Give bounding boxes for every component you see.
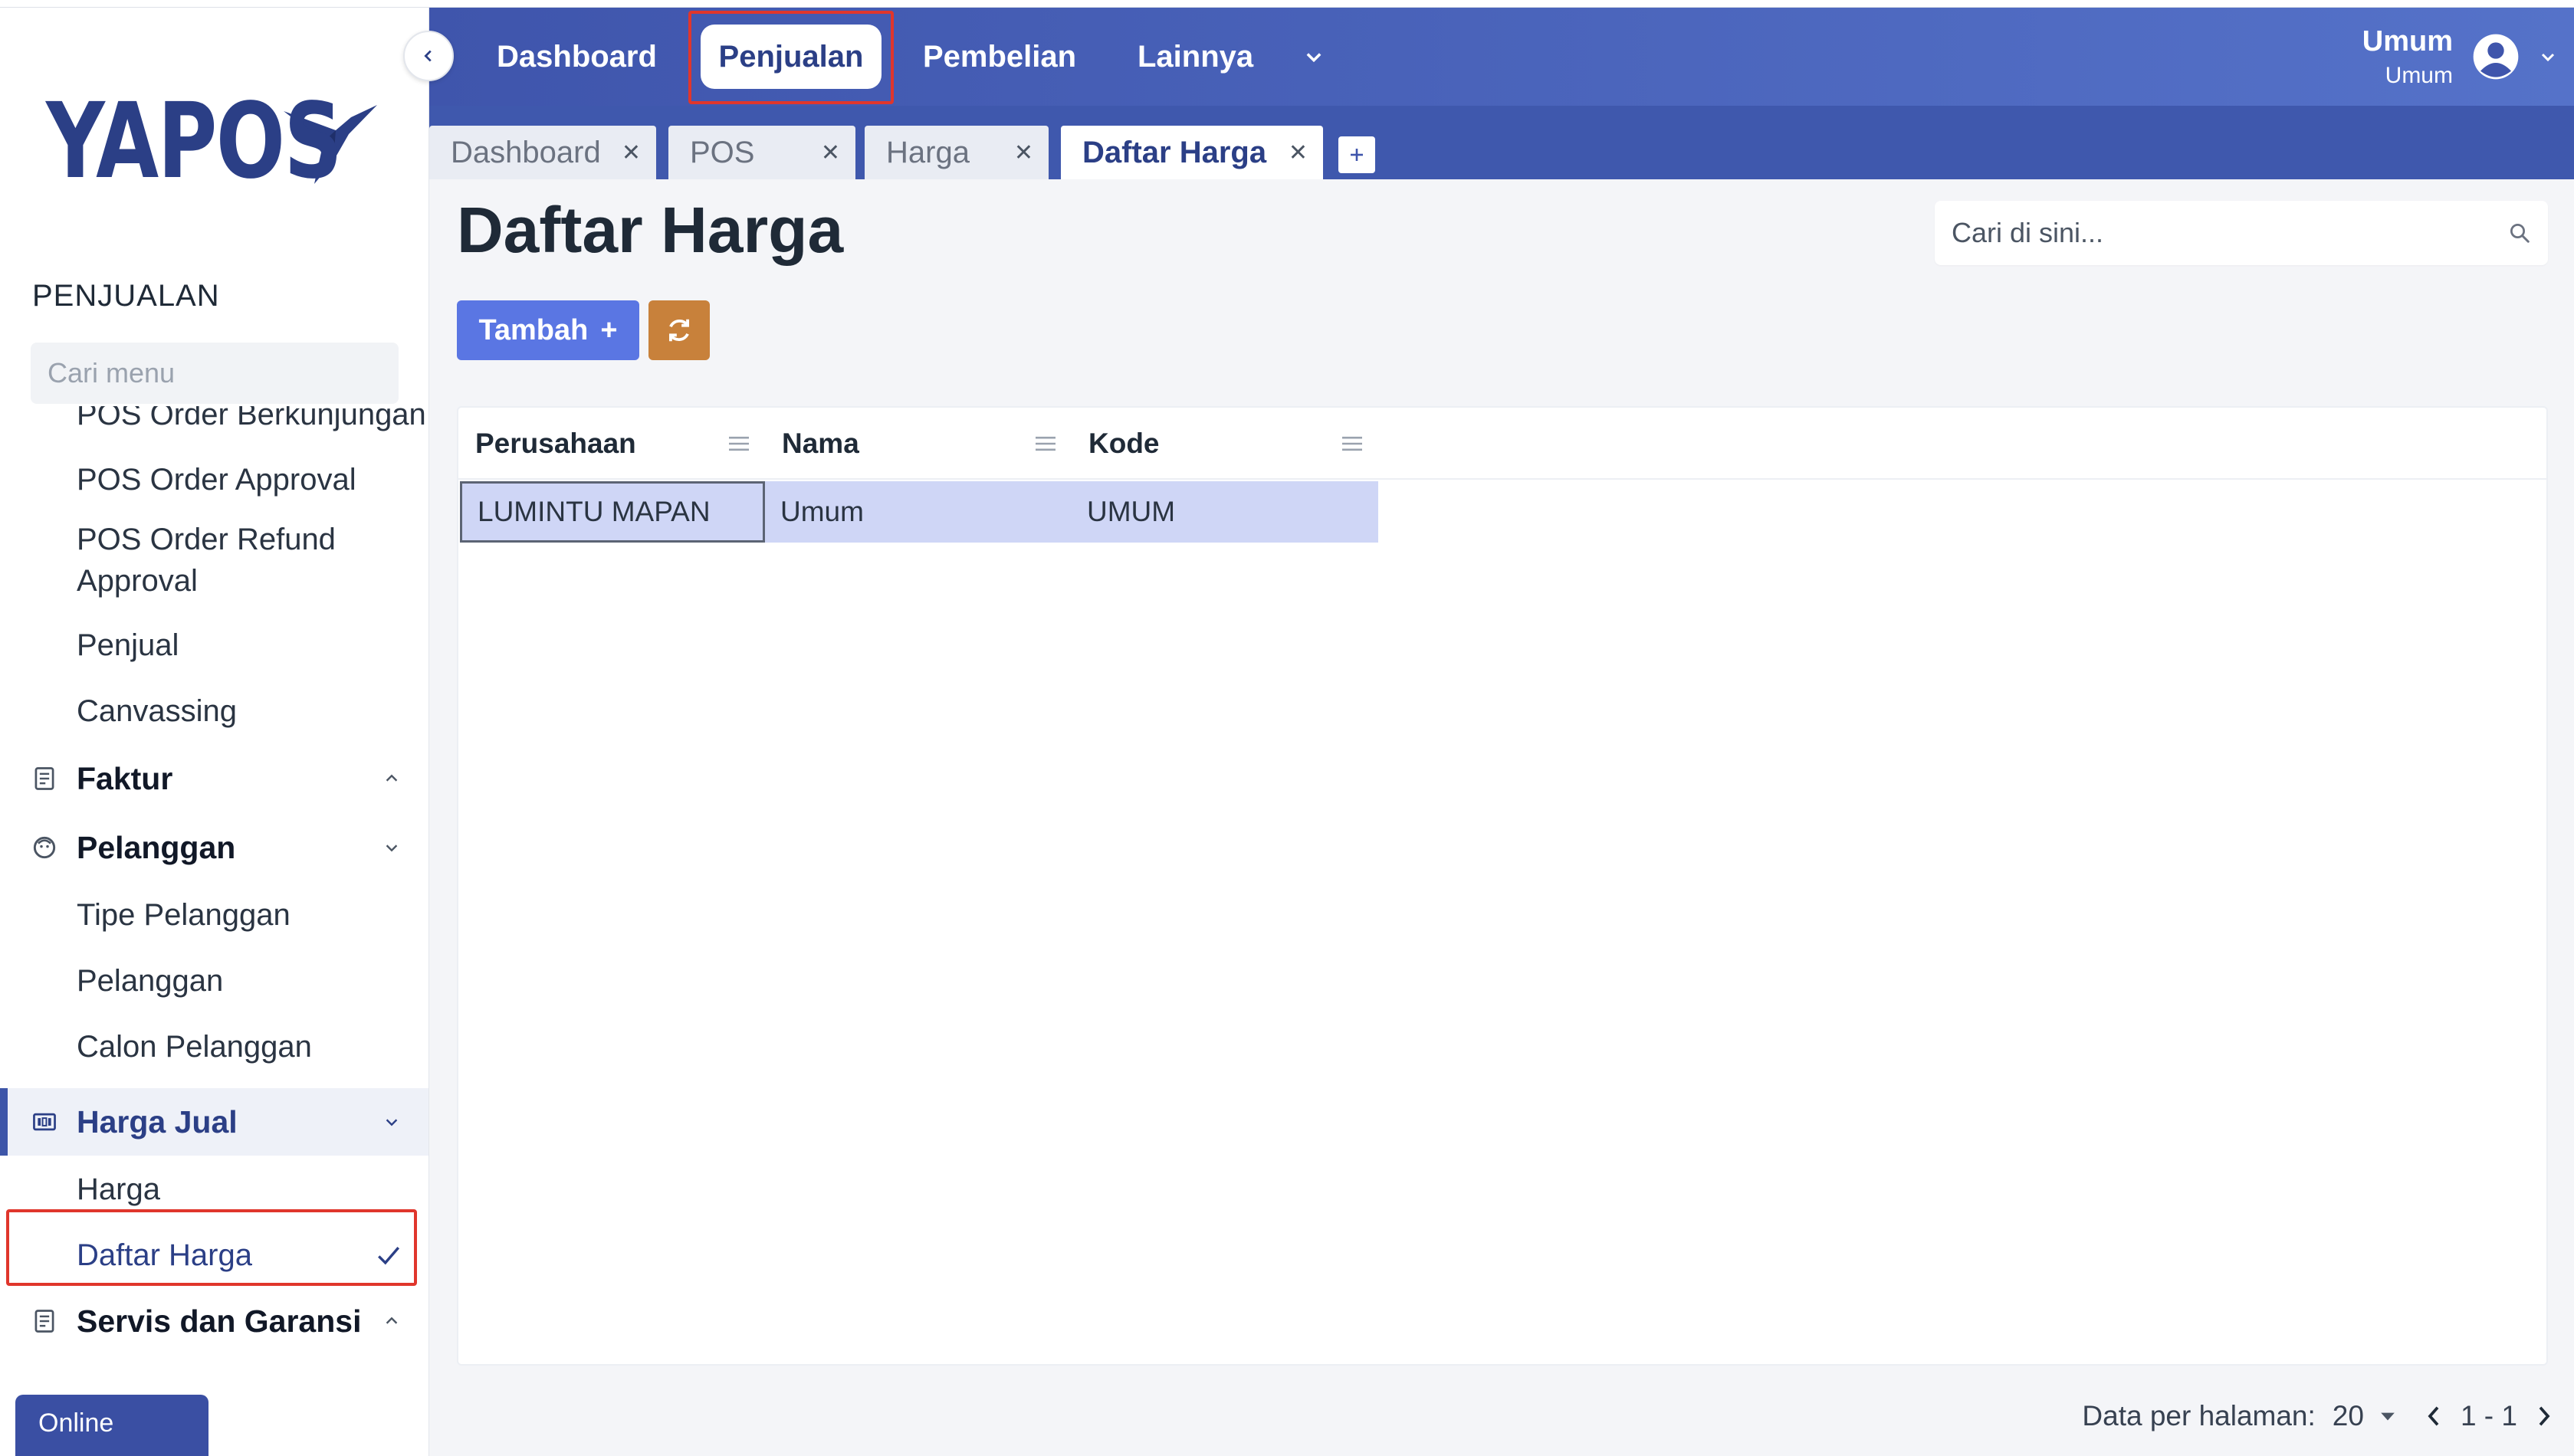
- sidebar-item-pos-order-approval[interactable]: POS Order Approval: [0, 451, 428, 509]
- chevron-down-icon: [1306, 53, 1321, 63]
- sidebar-item-daftar-harga[interactable]: Daftar Harga: [0, 1226, 428, 1284]
- grid-header: Perusahaan Nama Kode: [458, 408, 2546, 480]
- document-icon: [31, 765, 58, 792]
- add-button[interactable]: Tambah +: [457, 300, 639, 360]
- table-cell-nama[interactable]: Umum: [765, 481, 1072, 543]
- chevron-up-icon: [386, 774, 398, 782]
- tab-pos[interactable]: POS ✕: [668, 126, 855, 179]
- nav-more-dropdown[interactable]: [1303, 8, 1325, 106]
- avatar-icon: [2473, 34, 2519, 80]
- sidebar-item-pos-order-refund-approval[interactable]: POS Order Refund Approval: [0, 515, 428, 605]
- close-icon[interactable]: ✕: [1289, 139, 1308, 166]
- table-cell-kode[interactable]: UMUM: [1072, 481, 1378, 543]
- sidebar: YAPOS PENJUALAN POS Order Berkunjungan P…: [0, 0, 429, 1456]
- pagination: Data per halaman: 20 1 - 1: [2082, 1392, 2554, 1441]
- column-menu-icon[interactable]: [1033, 434, 1058, 454]
- plus-icon: [1351, 149, 1363, 161]
- refresh-button[interactable]: [648, 300, 710, 360]
- sidebar-item-penjual[interactable]: Penjual: [0, 616, 428, 674]
- column-header-perusahaan[interactable]: Perusahaan: [458, 408, 765, 480]
- price-tag-icon: [31, 1108, 58, 1136]
- add-tab-button[interactable]: [1338, 136, 1375, 173]
- chevron-left-icon: [424, 50, 432, 62]
- refresh-icon: [669, 319, 689, 342]
- sidebar-collapse-button[interactable]: [403, 31, 454, 81]
- sidebar-item-canvassing[interactable]: Canvassing: [0, 682, 428, 740]
- column-menu-icon[interactable]: [1340, 434, 1364, 454]
- nav-penjualan[interactable]: Penjualan: [701, 25, 882, 89]
- sidebar-item-harga[interactable]: Harga: [0, 1160, 428, 1218]
- window-top-strip: [0, 0, 2574, 8]
- tab-dashboard[interactable]: Dashboard ✕: [429, 126, 656, 179]
- content-search-input[interactable]: [1952, 217, 2508, 249]
- content-search-box: [1935, 201, 2548, 265]
- sidebar-group-faktur[interactable]: Faktur: [0, 748, 428, 809]
- check-icon: [378, 1246, 400, 1265]
- sidebar-item-pos-order-partial[interactable]: POS Order Berkunjungan: [0, 406, 428, 432]
- close-icon[interactable]: ✕: [1014, 139, 1033, 166]
- caret-down-icon: [2381, 1412, 2395, 1421]
- page-size-select[interactable]: 20: [2333, 1400, 2396, 1432]
- nav-pembelian[interactable]: Pembelian: [923, 8, 1076, 106]
- chevron-down-icon: [386, 1119, 398, 1126]
- document-icon: [31, 1307, 58, 1335]
- top-navigation: Dashboard Penjualan Pembelian Lainnya Um…: [429, 8, 2574, 106]
- online-status-button[interactable]: Online: [15, 1395, 208, 1456]
- search-icon[interactable]: [2508, 221, 2531, 244]
- menu-search-box: [31, 343, 404, 404]
- sidebar-item-calon-pelanggan[interactable]: Calon Pelanggan: [0, 1018, 428, 1076]
- sidebar-group-servis-garansi[interactable]: Servis dan Garansi: [0, 1290, 428, 1352]
- sidebar-item-tipe-pelanggan[interactable]: Tipe Pelanggan: [0, 886, 428, 944]
- column-header-nama[interactable]: Nama: [765, 408, 1072, 480]
- chevron-left-icon[interactable]: [2424, 1405, 2444, 1428]
- chevron-down-icon: [386, 844, 398, 852]
- user-menu[interactable]: Umum Umum: [2362, 8, 2574, 106]
- close-icon[interactable]: ✕: [622, 139, 641, 166]
- menu-search-input[interactable]: [48, 357, 404, 389]
- tab-daftar-harga[interactable]: Daftar Harga ✕: [1061, 126, 1323, 179]
- sidebar-group-pelanggan[interactable]: Pelanggan: [0, 817, 428, 878]
- nav-dashboard[interactable]: Dashboard: [497, 8, 657, 106]
- table-cell-perusahaan[interactable]: LUMINTU MAPAN: [460, 481, 765, 543]
- chevron-up-icon: [386, 1317, 398, 1324]
- tab-bar: Dashboard ✕ POS ✕ Harga ✕ Daftar Harga ✕: [429, 106, 2574, 179]
- sidebar-item-pelanggan[interactable]: Pelanggan: [0, 952, 428, 1010]
- close-icon[interactable]: ✕: [821, 139, 840, 166]
- data-grid: Perusahaan Nama Kode LUMINTU MAPAN Umum …: [457, 406, 2548, 1366]
- user-name: Umum: [2362, 25, 2453, 57]
- face-icon: [31, 834, 58, 861]
- chevron-down-icon: [2541, 53, 2555, 62]
- nav-lainnya[interactable]: Lainnya: [1138, 8, 1253, 106]
- column-menu-icon[interactable]: [727, 434, 751, 454]
- sidebar-menu: POS Order Berkunjungan POS Order Approva…: [0, 406, 428, 1402]
- page-title: Daftar Harga: [457, 194, 844, 266]
- logo-text: YAPOS: [46, 81, 343, 202]
- column-header-kode[interactable]: Kode: [1072, 408, 1378, 480]
- page-size-label: Data per halaman:: [2082, 1400, 2316, 1431]
- sidebar-group-harga-jual[interactable]: Harga Jual: [0, 1088, 428, 1156]
- sidebar-section-title: PENJUALAN: [32, 279, 220, 313]
- user-role: Umum: [2385, 62, 2453, 88]
- app-logo[interactable]: YAPOS: [46, 81, 383, 202]
- chevron-right-icon[interactable]: [2534, 1405, 2554, 1428]
- page-range: 1 - 1: [2460, 1400, 2517, 1431]
- plus-icon: +: [600, 313, 618, 346]
- tab-harga[interactable]: Harga ✕: [865, 126, 1049, 179]
